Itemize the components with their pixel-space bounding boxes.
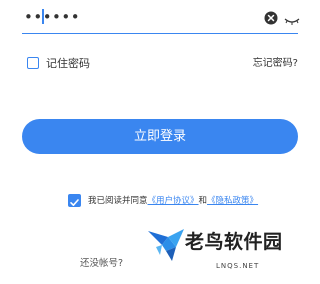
password-input[interactable]: •••••• xyxy=(24,9,80,25)
clear-input-icon[interactable] xyxy=(264,10,278,25)
privacy-policy-link[interactable]: 《隐私政策》 xyxy=(207,196,258,206)
agreement-text: 我已阅读并同意《用户协议》和《隐私政策》 xyxy=(88,195,258,207)
watermark-title: 老鸟软件园 xyxy=(185,231,283,253)
forgot-password-link[interactable]: 忘记密码? xyxy=(253,57,298,70)
remember-password-label[interactable]: 记住密码 xyxy=(46,57,90,70)
password-underline xyxy=(22,33,298,34)
login-button[interactable]: 立即登录 xyxy=(22,119,298,154)
check-icon xyxy=(70,199,79,206)
agreement-checkbox[interactable] xyxy=(68,194,81,207)
bird-logo-icon xyxy=(146,217,186,263)
remember-password-checkbox[interactable] xyxy=(27,57,39,69)
watermark-domain: LNQS.NET xyxy=(216,262,260,270)
agreement-prefix: 我已阅读并同意 xyxy=(88,196,148,206)
user-agreement-link[interactable]: 《用户协议》 xyxy=(148,196,199,206)
register-prompt[interactable]: 还没帐号? xyxy=(80,258,123,270)
text-caret xyxy=(42,9,44,24)
eye-closed-icon[interactable] xyxy=(284,12,300,25)
agreement-and: 和 xyxy=(198,196,208,206)
